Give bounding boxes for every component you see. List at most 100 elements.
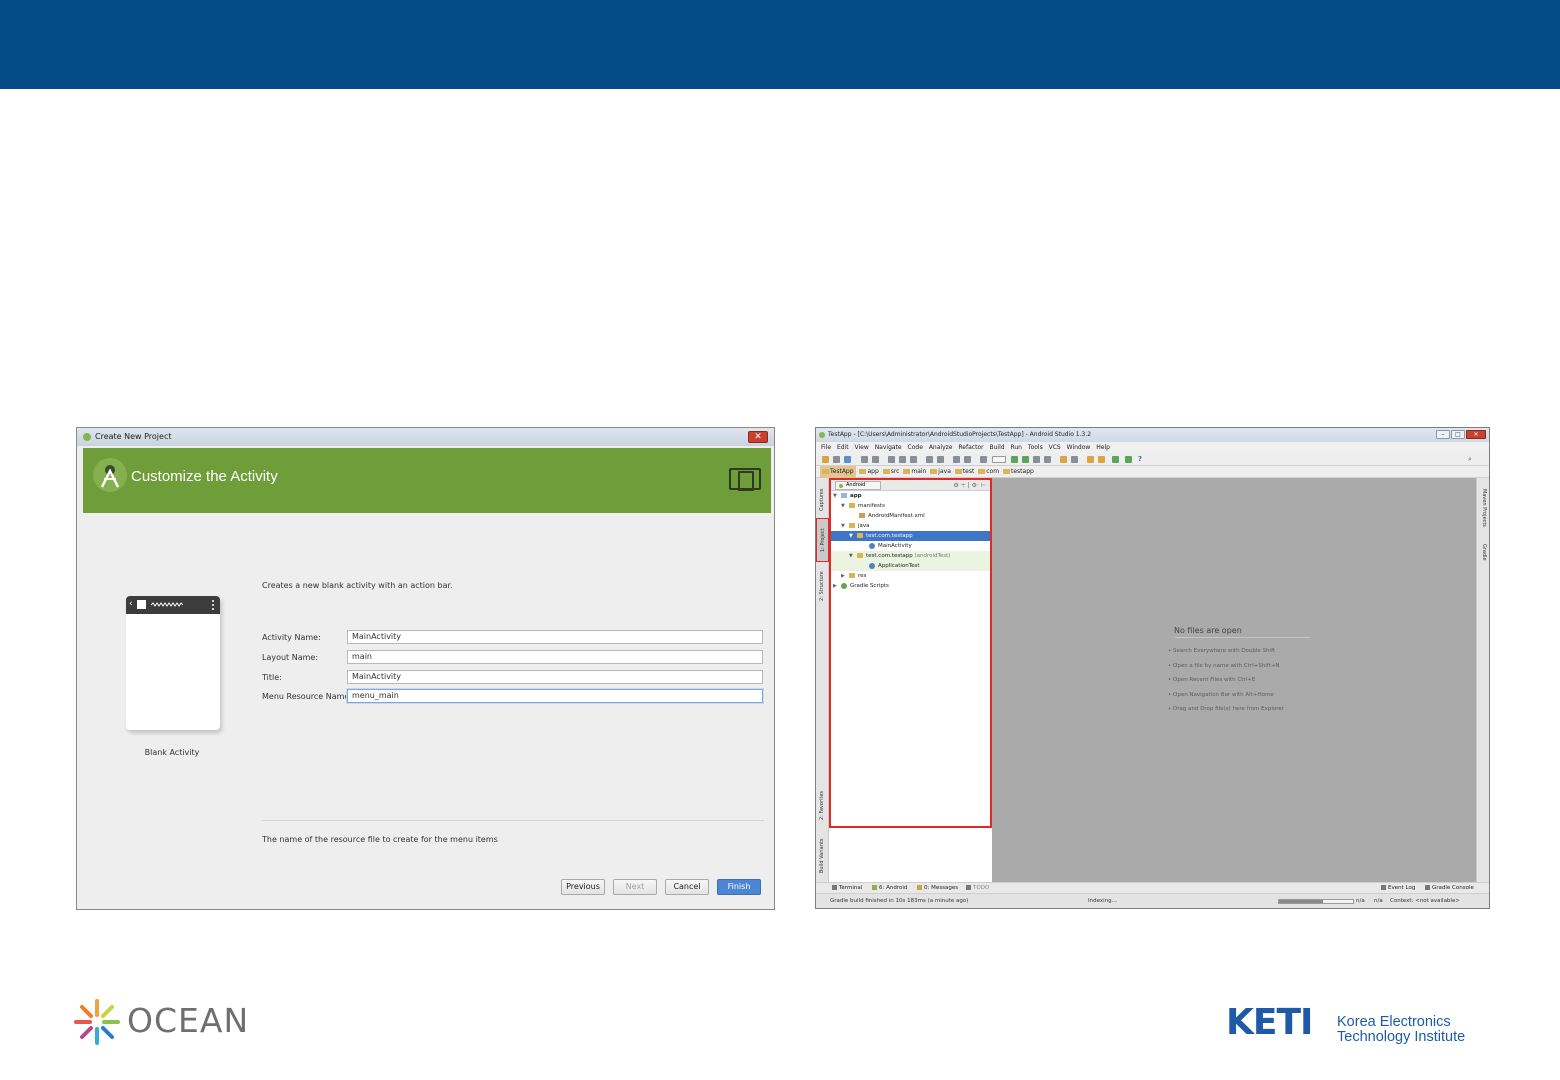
next-button[interactable]: Next — [613, 879, 657, 895]
tree-item-manifests[interactable]: ▼ manifests — [831, 501, 990, 511]
tab-maven-projects[interactable]: Maven Projects — [1477, 482, 1489, 534]
save-icon[interactable] — [833, 456, 840, 463]
breadcrumb-label: java — [938, 468, 951, 475]
tree-item-java[interactable]: ▼ java — [831, 521, 990, 531]
run-icon[interactable] — [1011, 456, 1018, 463]
expand-arrow-icon: ▶ — [841, 573, 845, 579]
menu-window[interactable]: Window — [1067, 444, 1091, 451]
forward-icon[interactable] — [964, 456, 971, 463]
replace-icon[interactable] — [937, 456, 944, 463]
indexing-progress-bar — [1278, 899, 1354, 904]
title-field[interactable]: MainActivity — [347, 670, 763, 684]
tree-item-gradle-scripts[interactable]: ▶ Gradle Scripts — [831, 581, 990, 591]
editor-tip: • Open Navigation Bar with Alt+Home — [1168, 692, 1274, 698]
maximize-button[interactable]: □ — [1451, 430, 1465, 439]
package-icon — [857, 553, 863, 558]
back-icon[interactable] — [953, 456, 960, 463]
menu-build[interactable]: Build — [990, 444, 1005, 451]
breadcrumb-src[interactable]: src — [882, 466, 899, 478]
tab-messages[interactable]: 0: Messages — [917, 883, 958, 893]
tab-event-log[interactable]: Event Log — [1381, 883, 1415, 893]
gradle-sync-icon[interactable] — [1087, 456, 1094, 463]
tab-todo[interactable]: TODO — [966, 883, 989, 893]
paste-icon[interactable] — [910, 456, 917, 463]
tab-android[interactable]: 6: Android — [872, 883, 907, 893]
menu-edit[interactable]: Edit — [837, 444, 849, 451]
project-view-dropdown[interactable]: Android — [835, 481, 881, 490]
tree-item-res[interactable]: ▶ res — [831, 571, 990, 581]
finish-button[interactable]: Finish — [717, 879, 761, 895]
close-button[interactable]: ✕ — [748, 431, 768, 443]
redo-icon[interactable] — [872, 456, 879, 463]
device-monitor-icon[interactable] — [1098, 456, 1105, 463]
menu-tools[interactable]: Tools — [1028, 444, 1043, 451]
tree-item-applicationtest[interactable]: ApplicationTest — [831, 561, 990, 571]
open-icon[interactable] — [822, 456, 829, 463]
panel-settings-icon[interactable]: ⚙ ÷ | ⚙· ⊢ — [953, 480, 986, 491]
menu-code[interactable]: Code — [908, 444, 923, 451]
module-icon — [841, 493, 847, 498]
dialog-title: Create New Project — [95, 432, 172, 441]
menu-file[interactable]: File — [821, 444, 831, 451]
sdk-manager-icon[interactable] — [1060, 456, 1067, 463]
editor-area[interactable]: No files are open • Search Everywhere wi… — [992, 478, 1476, 882]
status-message: Gradle build finished in 10s 183ms (a mi… — [830, 898, 969, 904]
cut-icon[interactable] — [888, 456, 895, 463]
menu-resource-name-field[interactable]: menu_main — [347, 689, 763, 703]
android-icon[interactable] — [1112, 456, 1119, 463]
breadcrumb-app[interactable]: app — [859, 466, 879, 478]
minimize-button[interactable]: – — [1436, 430, 1450, 439]
attach-debugger-icon[interactable] — [1033, 456, 1040, 463]
help-icon[interactable]: ? — [1138, 456, 1145, 463]
undo-icon[interactable] — [861, 456, 868, 463]
menu-navigate[interactable]: Navigate — [875, 444, 902, 451]
menu-view[interactable]: View — [855, 444, 869, 451]
copy-icon[interactable] — [899, 456, 906, 463]
tab-gradle[interactable]: Gradle — [1477, 538, 1489, 566]
breadcrumb-main[interactable]: main — [903, 466, 926, 478]
overflow-menu-icon — [212, 599, 214, 610]
run-config-dropdown[interactable] — [992, 456, 1006, 463]
tab-captures[interactable]: Captures — [816, 482, 829, 518]
android-monitor-icon[interactable] — [1125, 456, 1132, 463]
tree-item-app[interactable]: ▼ app — [831, 491, 990, 501]
breadcrumb-java[interactable]: java — [930, 466, 951, 478]
menu-vcs[interactable]: VCS — [1049, 444, 1061, 451]
make-icon[interactable] — [980, 456, 987, 463]
breadcrumb-test[interactable]: test — [954, 466, 974, 478]
tree-item-package-test[interactable]: ▼ test.com.testapp (androidTest) — [831, 551, 990, 561]
editor-tip: • Open a file by name with Ctrl+Shift+N — [1168, 663, 1280, 669]
activity-name-field[interactable]: MainActivity — [347, 630, 763, 644]
debug-icon[interactable] — [1022, 456, 1029, 463]
tab-favorites[interactable]: 2: Favorites — [816, 783, 829, 827]
layout-name-field[interactable]: main — [347, 650, 763, 664]
search-everywhere-icon[interactable]: ⌕ — [1468, 456, 1475, 463]
tree-item-package-main[interactable]: ▼ test.com.testapp — [831, 531, 990, 541]
menu-refactor[interactable]: Refactor — [958, 444, 983, 451]
cancel-button[interactable]: Cancel — [665, 879, 709, 895]
previous-button[interactable]: Previous — [561, 879, 605, 895]
activity-template-preview[interactable]: ‹ — [126, 596, 220, 730]
tab-build-variants[interactable]: Build Variants — [816, 833, 829, 879]
tree-label: test.com.testapp — [866, 553, 913, 559]
close-button[interactable]: ✕ — [1466, 430, 1486, 439]
sync-icon[interactable] — [844, 456, 851, 463]
tab-gradle-console[interactable]: Gradle Console — [1425, 883, 1474, 893]
avd-manager-icon[interactable] — [1071, 456, 1078, 463]
ocean-wordmark: OCEAN — [127, 1001, 250, 1040]
menu-help[interactable]: Help — [1096, 444, 1110, 451]
stop-icon[interactable] — [1044, 456, 1051, 463]
tree-item-mainactivity[interactable]: MainActivity — [831, 541, 990, 551]
breadcrumb-testapp-package[interactable]: testapp — [1003, 466, 1034, 478]
tree-item-androidmanifest[interactable]: AndroidManifest.xml — [831, 511, 990, 521]
menu-analyze[interactable]: Analyze — [929, 444, 953, 451]
tab-structure[interactable]: 2: Structure — [816, 564, 829, 608]
ide-titlebar: TestApp - [C:\Users\Administrator\Androi… — [816, 428, 1489, 442]
folder-icon — [954, 469, 962, 474]
tab-project[interactable]: 1: Project — [816, 518, 829, 562]
breadcrumb-com[interactable]: com — [978, 466, 999, 478]
find-icon[interactable] — [926, 456, 933, 463]
breadcrumb-testapp[interactable]: TestApp — [820, 466, 856, 478]
tab-terminal[interactable]: Terminal — [832, 883, 862, 893]
menu-run[interactable]: Run — [1010, 444, 1022, 451]
